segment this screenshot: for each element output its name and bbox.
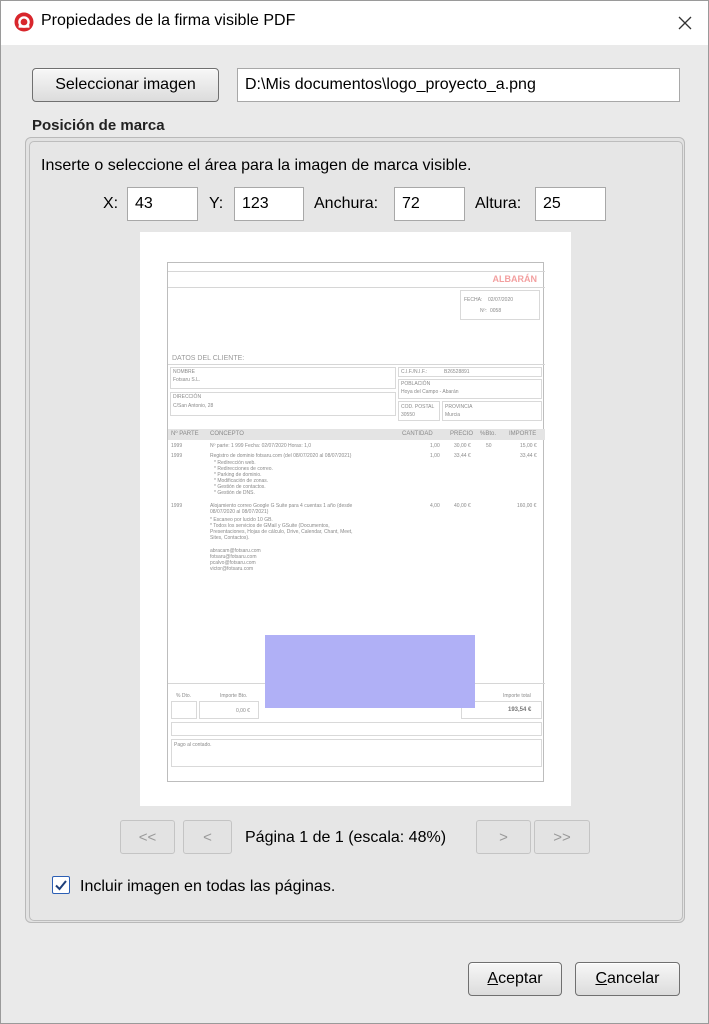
page-info: Página 1 de 1 (escala: 48%)	[245, 829, 447, 846]
doc-cif-label: C.I.F./N.I.F.:	[401, 369, 428, 375]
doc-row-cantidad: 1,00	[430, 443, 440, 449]
doc-provincia-value: Murcia	[445, 412, 461, 418]
doc-th-concepto: CONCEPTO	[210, 431, 244, 437]
doc-poblacion-label: POBLACIÓN	[401, 381, 431, 387]
doc-line	[168, 287, 545, 288]
accept-mnemonic: A	[487, 970, 499, 987]
doc-email: victor@fotsaru.com	[210, 566, 254, 572]
doc-payment-label: Pago al contado.	[174, 742, 212, 748]
doc-fecha-label: FECHA:	[464, 297, 483, 303]
dialog-window: Propiedades de la firma visible PDF Sele…	[0, 0, 709, 1024]
doc-notes-box	[171, 722, 542, 736]
doc-client-section: DATOS DEL CLIENTE:	[172, 355, 245, 362]
doc-cp-value: 30550	[401, 412, 415, 418]
height-field[interactable]: 25	[535, 187, 606, 221]
accept-label: ceptar	[498, 970, 543, 987]
doc-row-precio: 33,44 €	[454, 453, 471, 459]
doc-base-value: 0,00 €	[236, 708, 250, 714]
doc-provincia-label: PROVINCIA	[445, 404, 473, 410]
doc-cif-value: B26528891	[444, 369, 470, 375]
cancel-label: ancelar	[607, 970, 660, 987]
doc-total-label: Importe total	[503, 693, 531, 699]
signature-area-rect[interactable]	[265, 635, 475, 708]
title-bar: Propiedades de la firma visible PDF	[1, 1, 708, 45]
doc-dto-label: % Dto.	[176, 693, 192, 699]
doc-total-value: 193,54 €	[508, 707, 532, 713]
height-label: Altura:	[475, 195, 522, 212]
doc-fecha-value: 02/07/2020	[488, 297, 514, 303]
doc-th-importe: IMPORTE	[509, 431, 537, 437]
doc-th-parte: Nº PARTE	[171, 431, 199, 437]
doc-row-importe: 33,44 €	[520, 453, 537, 459]
all-pages-checkbox[interactable]	[52, 876, 70, 894]
doc-dto-box	[171, 701, 197, 719]
close-button[interactable]	[662, 1, 708, 45]
checkmark-icon	[55, 880, 67, 891]
doc-th-dto: %Bto.	[480, 431, 497, 437]
doc-row-cantidad: 1,00	[430, 453, 440, 459]
doc-detail: * Gestión de DNS.	[214, 490, 255, 496]
position-section-title: Posición de marca	[32, 117, 165, 134]
doc-row-concepto: Alojamiento correo Google G Suite para 4…	[210, 503, 353, 515]
doc-row-parte: 1999	[171, 443, 183, 449]
first-page-button[interactable]: <<	[120, 820, 175, 854]
cancel-button[interactable]: Cancelar	[575, 962, 680, 996]
width-field[interactable]: 72	[394, 187, 465, 221]
doc-poblacion-value: Hoya del Campo - Abarán	[401, 389, 459, 395]
doc-row-importe: 15,00 €	[520, 443, 537, 449]
cancel-mnemonic: C	[595, 970, 608, 987]
last-page-button[interactable]: >>	[534, 820, 590, 854]
next-page-button[interactable]: >	[476, 820, 531, 854]
doc-line	[168, 364, 545, 365]
doc-direccion-label: DIRECCIÓN	[173, 394, 202, 400]
page-preview[interactable]: ALBARÁN FECHA: 02/07/2020 Nº: 0058 DATOS…	[140, 232, 571, 806]
select-image-button[interactable]: Seleccionar imagen	[32, 68, 219, 102]
doc-row-precio: 30,00 €	[454, 443, 471, 449]
doc-top-line	[168, 271, 545, 272]
all-pages-label: Incluir imagen en todas las páginas.	[80, 878, 336, 895]
doc-row-concepto: Registro de dominio fotsaru.com (del 08/…	[210, 453, 352, 459]
doc-row-dto: 50	[486, 443, 492, 449]
close-icon	[678, 16, 692, 30]
doc-direccion-value: C/San Antonio, 28	[173, 403, 214, 409]
position-instructions: Inserte o seleccione el área para la ima…	[41, 157, 472, 174]
image-path-field[interactable]: D:\Mis documentos\logo_proyecto_a.png	[237, 68, 680, 102]
window-title: Propiedades de la firma visible PDF	[41, 12, 296, 29]
doc-payment-box	[171, 739, 542, 767]
doc-name-box	[170, 367, 396, 389]
doc-base-label: Importe Bto.	[220, 693, 248, 699]
doc-th-cantidad: CANTIDAD	[402, 431, 433, 437]
y-field[interactable]: 123	[234, 187, 304, 221]
doc-detail: Sites, Contactos).	[210, 535, 250, 541]
x-label: X:	[103, 195, 119, 212]
doc-nombre-value: Fotsaru S.L.	[173, 377, 201, 383]
doc-row-cantidad: 4,00	[430, 503, 440, 509]
x-field[interactable]: 43	[127, 187, 198, 221]
doc-row-parte: 1999	[171, 503, 183, 509]
doc-num-label: Nº:	[480, 308, 487, 314]
y-label: Y:	[209, 195, 224, 212]
previous-page-button[interactable]: <	[183, 820, 232, 854]
doc-row-precio: 40,00 €	[454, 503, 471, 509]
accept-button[interactable]: Aceptar	[468, 962, 562, 996]
doc-row-parte: 1999	[171, 453, 183, 459]
dialog-body: Seleccionar imagen D:\Mis documentos\log…	[1, 45, 708, 1023]
doc-date-box	[460, 290, 540, 320]
doc-row-importe: 160,00 €	[517, 503, 537, 509]
doc-row-concepto: Nº parte: 1 999 Fecha: 02/07/2020 Horas:…	[210, 443, 312, 449]
doc-num-value: 0058	[490, 308, 502, 314]
doc-cp-label: COD. POSTAL	[401, 404, 435, 410]
doc-base-box	[199, 701, 259, 719]
width-label: Anchura:	[314, 195, 379, 212]
doc-th-precio: PRECIO	[450, 431, 474, 437]
doc-nombre-label: NOMBRE	[173, 369, 195, 375]
doc-title: ALBARÁN	[492, 274, 538, 284]
app-logo-icon	[14, 12, 34, 32]
